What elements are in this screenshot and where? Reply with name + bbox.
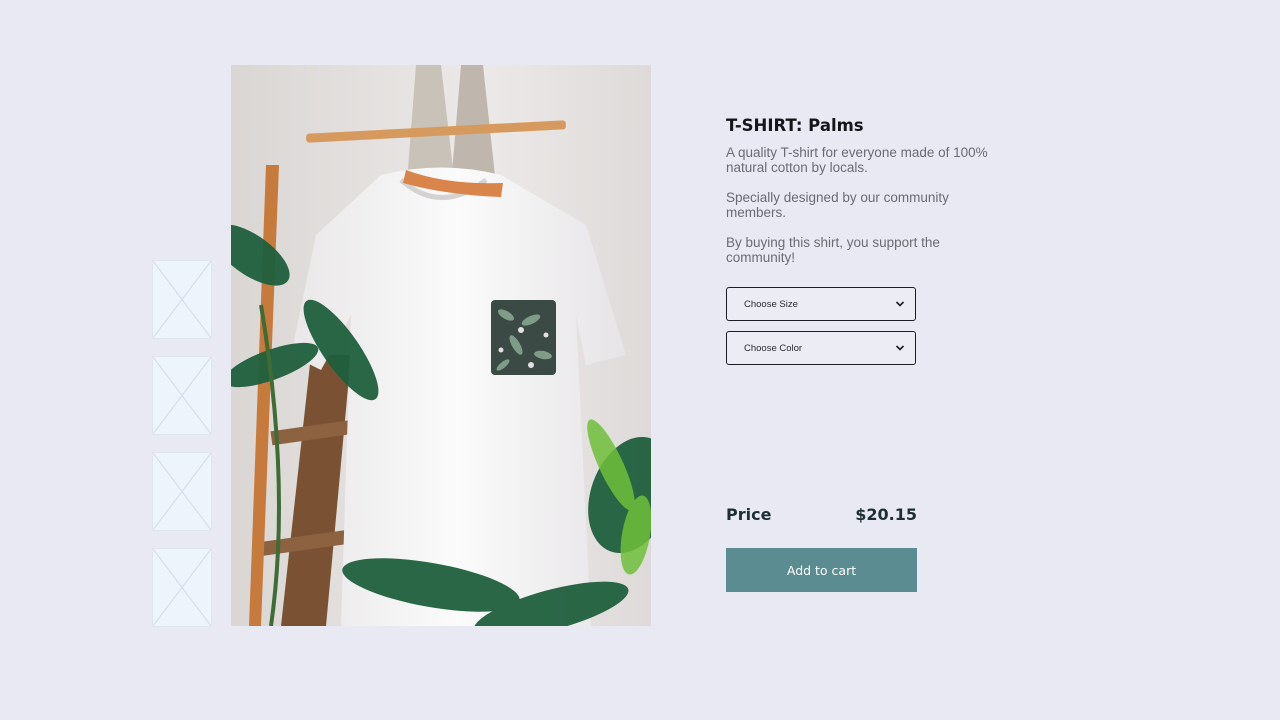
size-select[interactable]: Choose Size (726, 287, 916, 321)
product-page: T-SHIRT: Palms A quality T-shirt for eve… (0, 0, 1280, 720)
color-select-label: Choose Color (744, 342, 803, 354)
chevron-down-icon (895, 345, 905, 351)
image-placeholder-icon (153, 261, 211, 338)
thumbnail-3[interactable] (152, 452, 212, 531)
thumbnail-list (152, 260, 212, 644)
add-to-cart-button[interactable]: Add to cart (726, 548, 917, 592)
thumbnail-1[interactable] (152, 260, 212, 339)
chevron-down-icon (895, 301, 905, 307)
product-info: T-SHIRT: Palms A quality T-shirt for eve… (726, 116, 1006, 280)
product-description-3: By buying this shirt, you support the co… (726, 235, 940, 265)
tshirt-photo (231, 65, 651, 626)
size-select-label: Choose Size (744, 298, 798, 310)
product-title: T-SHIRT: Palms (726, 116, 864, 135)
price-label: Price (726, 504, 772, 524)
product-description-2: Specially designed by our community memb… (726, 190, 949, 220)
price-value: $20.15 (855, 504, 917, 524)
color-select[interactable]: Choose Color (726, 331, 916, 365)
image-placeholder-icon (153, 357, 211, 434)
image-placeholder-icon (153, 549, 211, 626)
thumbnail-4[interactable] (152, 548, 212, 627)
image-placeholder-icon (153, 453, 211, 530)
price-row: Price $20.15 (726, 503, 917, 525)
product-main-image (231, 65, 651, 626)
product-description-1: A quality T-shirt for everyone made of 1… (726, 145, 988, 175)
thumbnail-2[interactable] (152, 356, 212, 435)
